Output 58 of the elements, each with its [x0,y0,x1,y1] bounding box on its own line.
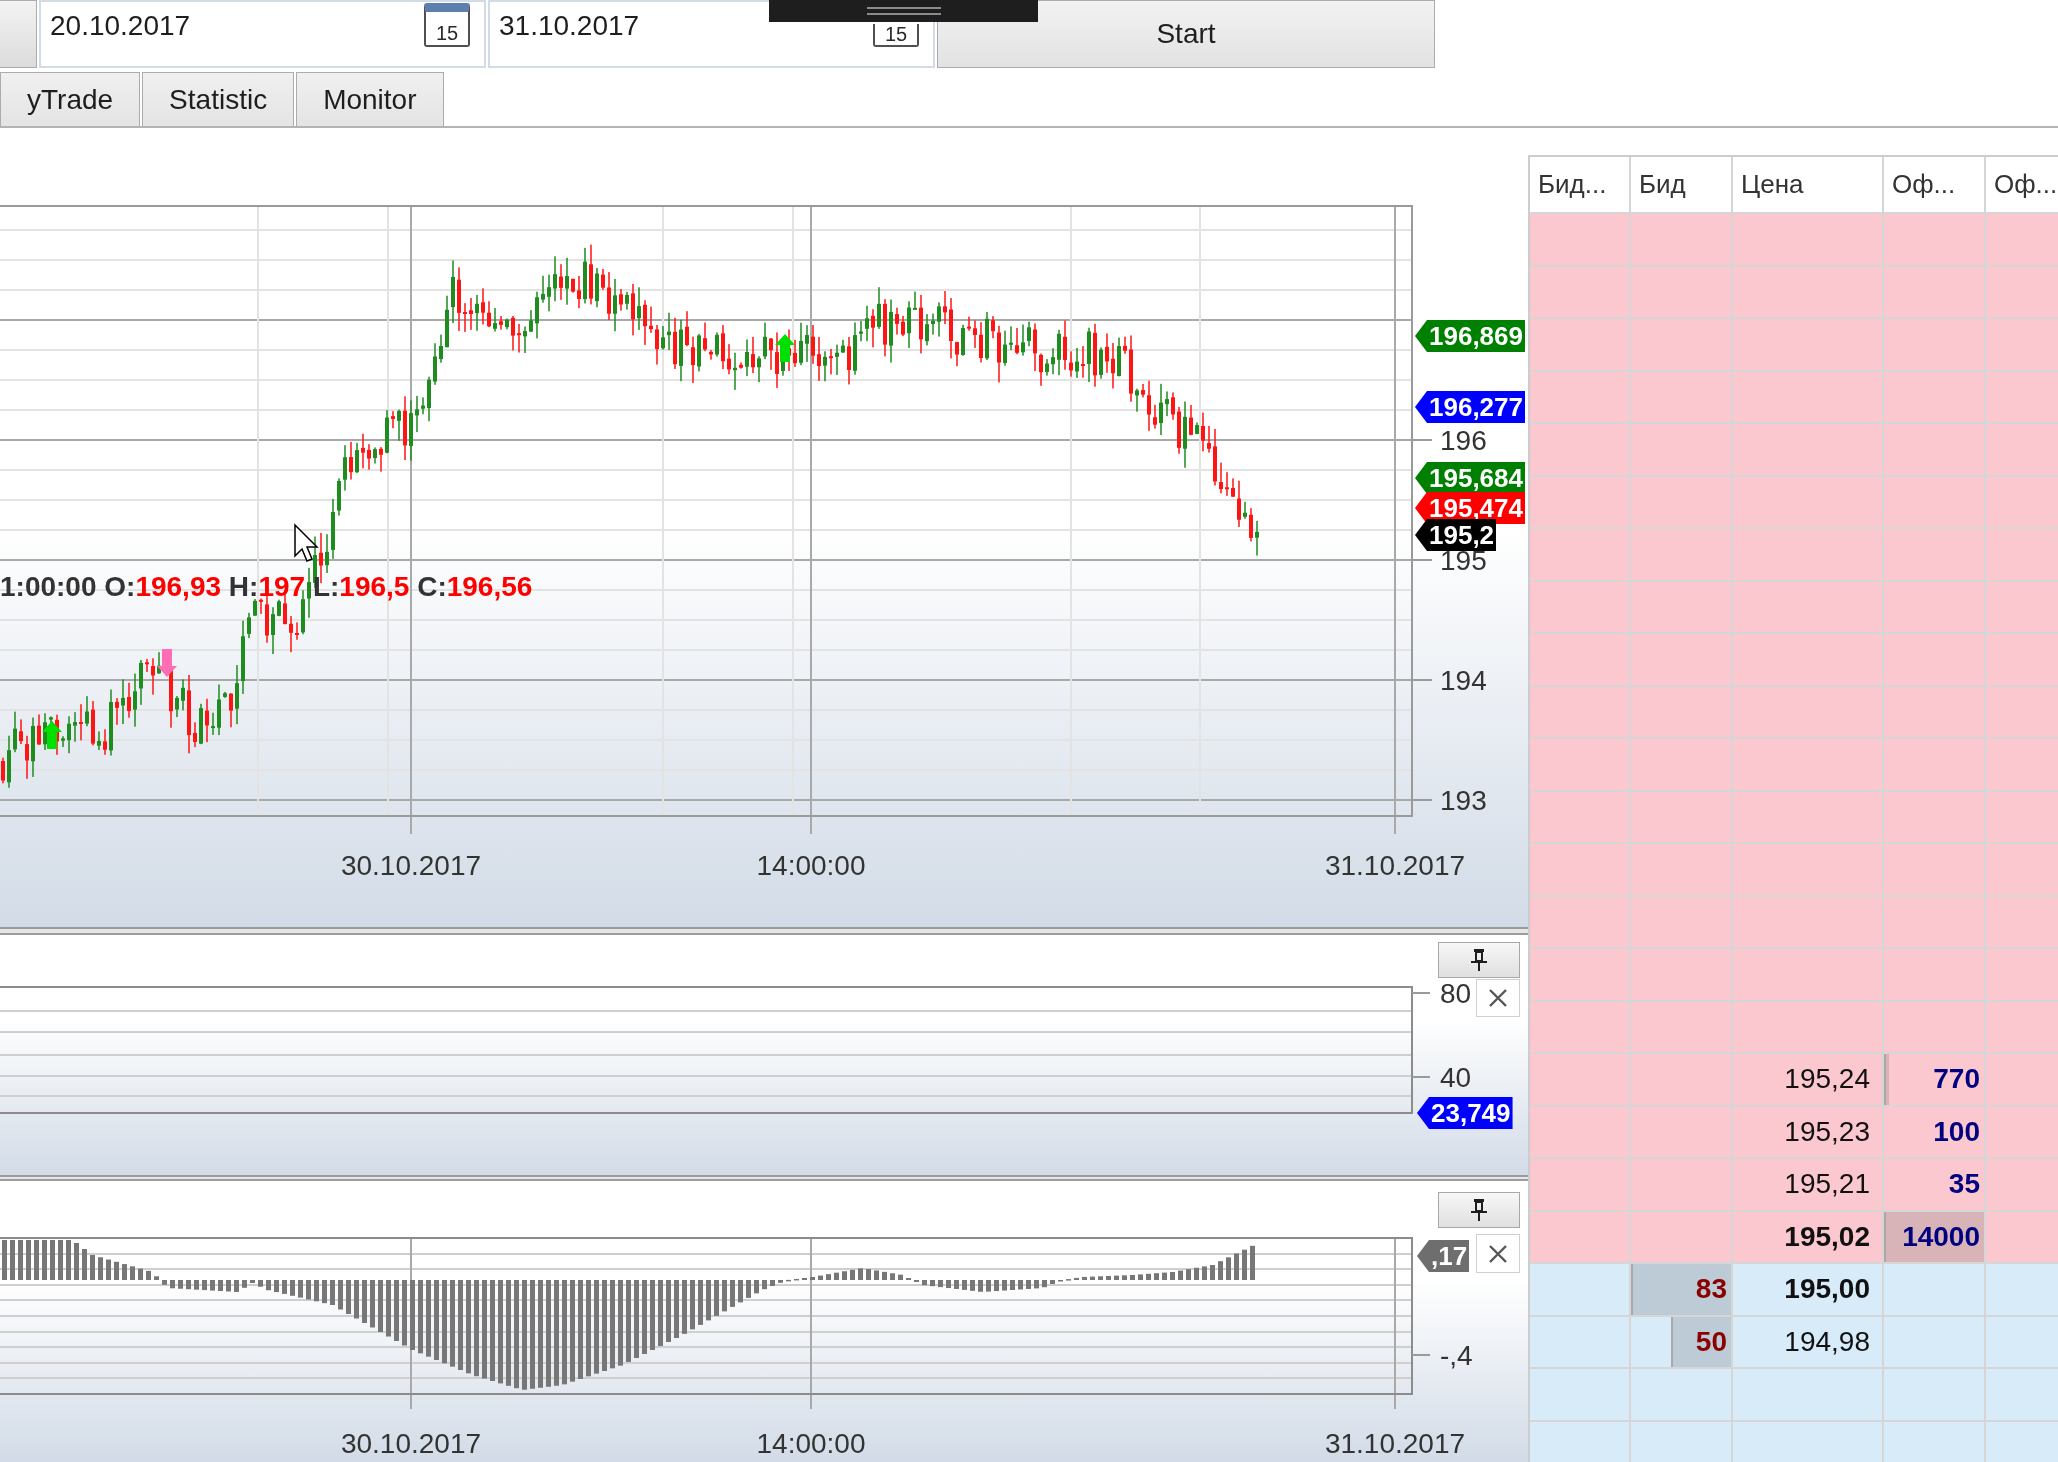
column-header[interactable]: Бид... [1530,157,1631,212]
axis-label: 30.10.2017 [340,1427,482,1459]
tab[interactable]: Monitor [296,72,444,126]
price-tag: 196,277 [1415,391,1525,423]
price-tag: 195,684 [1415,462,1525,494]
order-volume: 83 [1695,1272,1728,1307]
close-button[interactable] [1476,979,1520,1017]
close-icon [1489,1244,1507,1263]
column-header[interactable]: Оф... [1884,157,1986,212]
price-tag: 195,474 [1415,492,1525,524]
pin-icon [1471,949,1487,971]
grip-icon [866,7,941,15]
pin-button[interactable] [1438,942,1520,978]
axis-label: 31.10.2017 [1324,849,1466,881]
tab[interactable]: yTrade [0,72,141,126]
tab[interactable]: Statistic [142,72,295,126]
column-header[interactable]: Бид [1631,157,1733,212]
close-icon [1489,989,1507,1007]
axis-label: 14:00:00 [756,1427,866,1459]
order-volume: 35 [1948,1167,1981,1202]
down-arrow-icon [157,649,177,677]
order-price: 195,21 [1784,1167,1871,1202]
axis-label: 194 [1440,664,1487,696]
axis-label: 30.10.2017 [340,849,482,881]
calendar-button[interactable]: 15 [873,24,919,47]
up-arrow-icon [775,334,795,362]
order-price: 195,00 [1784,1272,1871,1307]
order-volume: 770 [1933,1062,1981,1097]
axis-label: 14:00:00 [756,849,866,881]
date-field[interactable]: 20.10.2017 15 [39,0,486,68]
column-header[interactable]: Цена [1733,157,1884,212]
axis-label: 196 [1440,424,1487,456]
axis-label: 193 [1440,784,1487,816]
calendar-button[interactable]: 15 [424,3,470,47]
column-header[interactable]: Оф... [1986,157,2058,212]
up-arrow-icon [42,721,62,749]
order-price: 195,02 [1784,1219,1871,1254]
order-volume: 50 [1695,1324,1728,1359]
axis-label: 31.10.2017 [1324,1427,1466,1459]
drag-handle[interactable] [769,0,1038,22]
value-tag: ,17 [1417,1240,1470,1272]
value-tag: 23,749 [1417,1097,1513,1129]
order-volume: 100 [1933,1114,1981,1149]
axis-label: 40 [1440,1061,1472,1093]
order-price: 195,23 [1784,1114,1871,1149]
start-button[interactable]: Start [937,0,1435,68]
axis-label: -,4 [1440,1339,1473,1371]
pin-icon [1471,1199,1487,1221]
cursor-icon [294,523,319,562]
order-price: 194,98 [1784,1324,1871,1359]
order-price: 195,24 [1784,1062,1871,1097]
close-button[interactable] [1476,1234,1520,1273]
price-tag: 195,2 [1415,519,1497,551]
pin-button[interactable] [1438,1192,1520,1228]
ohlc-legend: 1:00:00 O:196,93 H:197 L:196,5 C:196,56 [0,571,533,603]
price-tag: 196,869 [1415,320,1525,352]
axis-label: 80 [1440,977,1472,1009]
order-volume: 14000 [1902,1219,1981,1254]
